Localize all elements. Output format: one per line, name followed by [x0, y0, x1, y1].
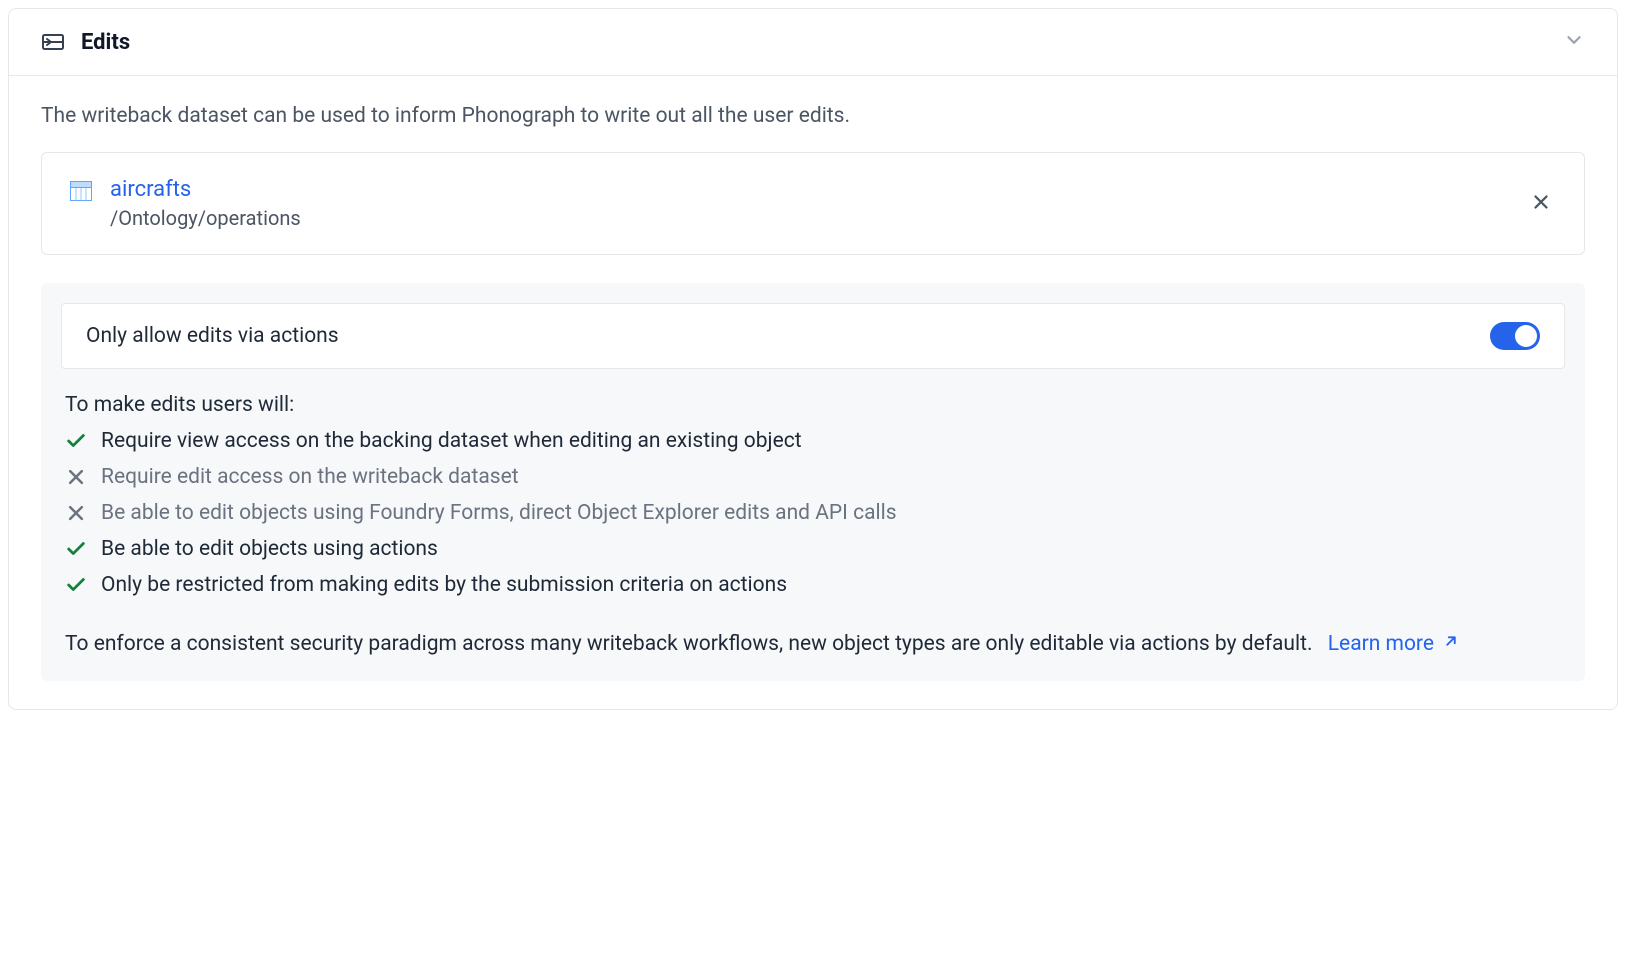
panel-body: The writeback dataset can be used to inf…	[9, 76, 1617, 709]
rule-text: Require edit access on the writeback dat…	[101, 465, 519, 489]
external-link-icon	[1442, 629, 1460, 661]
x-icon	[65, 466, 87, 488]
only-allow-edits-toggle[interactable]	[1490, 322, 1540, 350]
rule-item: Be able to edit objects using actions	[65, 537, 1565, 561]
rule-text: Require view access on the backing datas…	[101, 429, 802, 453]
dataset-icon	[70, 181, 92, 201]
check-icon	[65, 574, 87, 596]
rule-text: Be able to edit objects using Foundry Fo…	[101, 501, 897, 525]
edits-icon	[41, 30, 65, 54]
panel-header[interactable]: Edits	[9, 9, 1617, 76]
dataset-info: aircrafts /Ontology/operations	[110, 177, 301, 230]
dataset-info-wrapper: aircrafts /Ontology/operations	[70, 177, 301, 230]
only-allow-edits-toggle-row: Only allow edits via actions	[61, 303, 1565, 369]
learn-more-label: Learn more	[1328, 629, 1434, 661]
footer-note: To enforce a consistent security paradig…	[61, 629, 1565, 661]
chevron-down-icon[interactable]	[1563, 29, 1585, 55]
rule-item: Be able to edit objects using Foundry Fo…	[65, 501, 1565, 525]
check-icon	[65, 430, 87, 452]
edit-settings-box: Only allow edits via actions To make edi…	[41, 283, 1585, 681]
remove-dataset-button[interactable]	[1526, 187, 1556, 221]
dataset-card: aircrafts /Ontology/operations	[41, 152, 1585, 255]
dataset-path: /Ontology/operations	[110, 206, 301, 230]
learn-more-link[interactable]: Learn more	[1328, 629, 1460, 661]
rules-list: Require view access on the backing datas…	[61, 429, 1565, 597]
toggle-knob	[1515, 325, 1537, 347]
description-text: The writeback dataset can be used to inf…	[41, 104, 1585, 128]
rule-text: Only be restricted from making edits by …	[101, 573, 787, 597]
panel-title: Edits	[81, 30, 130, 55]
check-icon	[65, 538, 87, 560]
edits-panel: Edits The writeback dataset can be used …	[8, 8, 1618, 710]
rule-item: Require view access on the backing datas…	[65, 429, 1565, 453]
rule-text: Be able to edit objects using actions	[101, 537, 438, 561]
x-icon	[65, 502, 87, 524]
panel-header-left: Edits	[41, 30, 130, 55]
rules-intro: To make edits users will:	[61, 393, 1565, 417]
rule-item: Require edit access on the writeback dat…	[65, 465, 1565, 489]
toggle-label: Only allow edits via actions	[86, 324, 339, 348]
footer-note-text: To enforce a consistent security paradig…	[65, 632, 1313, 656]
dataset-name-link[interactable]: aircrafts	[110, 177, 301, 202]
rule-item: Only be restricted from making edits by …	[65, 573, 1565, 597]
